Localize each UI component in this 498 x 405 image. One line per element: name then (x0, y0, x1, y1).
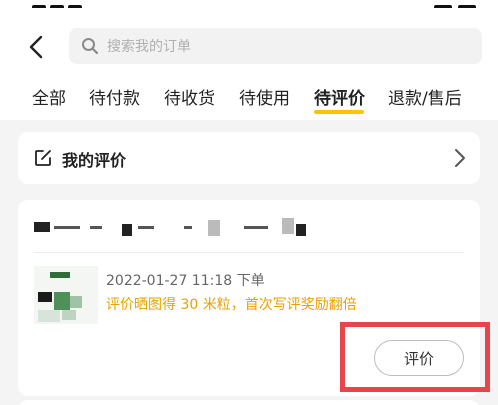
review-button[interactable]: 评价 (374, 340, 464, 376)
order-shop-name-redacted (34, 214, 310, 236)
tab-pending-payment[interactable]: 待付款 (89, 84, 140, 109)
chevron-right-icon (455, 149, 465, 167)
search-icon (82, 38, 99, 55)
tab-all[interactable]: 全部 (32, 84, 66, 109)
order-tabs: 全部 待付款 待收货 待使用 待评价 退款/售后 (0, 82, 498, 120)
back-button[interactable] (26, 34, 48, 60)
my-reviews-row[interactable]: 我的评价 (18, 132, 480, 184)
status-bar (0, 0, 498, 11)
back-arrow-icon (29, 35, 43, 59)
status-bar-left (32, 0, 100, 11)
order-card: 2022-01-27 11:18 下单 评价晒图得 30 米粒，首次写评奖励翻倍… (18, 200, 480, 396)
search-input[interactable]: 搜索我的订单 (69, 28, 482, 64)
order-time: 2022-01-27 11:18 下单 (106, 273, 265, 289)
review-promo-text: 评价晒图得 30 米粒，首次写评奖励翻倍 (106, 297, 357, 313)
product-thumbnail[interactable] (34, 266, 98, 324)
divider (34, 252, 464, 253)
tab-refund-aftersales[interactable]: 退款/售后 (388, 84, 462, 109)
active-tab-indicator (314, 110, 364, 114)
tab-pending-use[interactable]: 待使用 (239, 84, 290, 109)
orders-page: 搜索我的订单 全部 待付款 待收货 待使用 待评价 退款/售后 我的评价 202… (0, 0, 498, 405)
next-order-card (18, 400, 480, 405)
tab-pending-review[interactable]: 待评价 (314, 84, 365, 109)
my-reviews-label: 我的评价 (62, 151, 127, 170)
header: 搜索我的订单 全部 待付款 待收货 待使用 待评价 退款/售后 (0, 8, 498, 120)
edit-icon (35, 150, 51, 166)
search-placeholder: 搜索我的订单 (107, 39, 191, 55)
status-bar-right (428, 0, 476, 11)
tab-pending-receipt[interactable]: 待收货 (164, 84, 215, 109)
